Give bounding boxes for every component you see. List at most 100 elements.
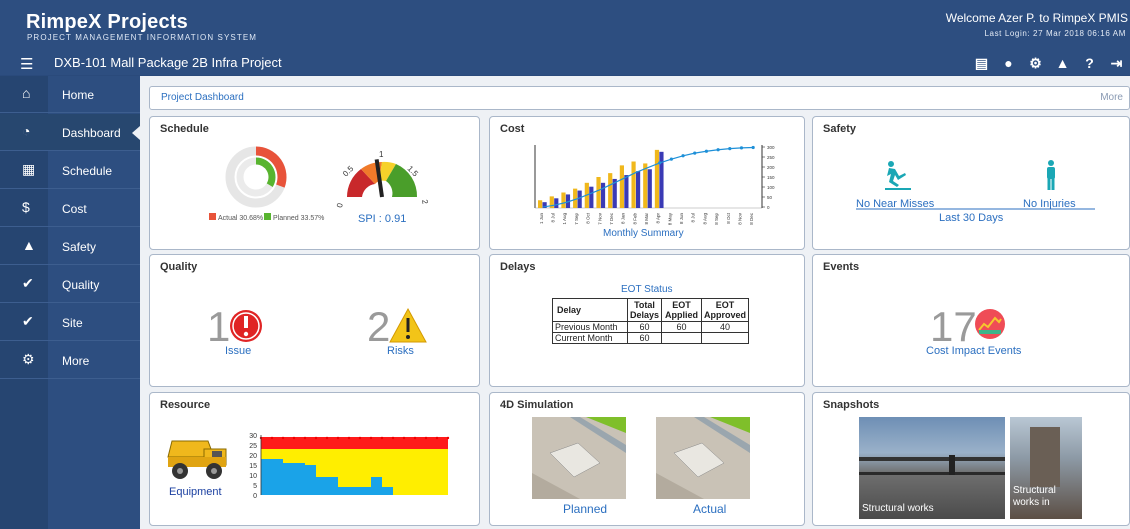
cumulative-point (739, 146, 744, 150)
help-icon[interactable]: ? (1076, 52, 1103, 74)
issues-count: 1 (207, 303, 230, 350)
x-tick-label: 8 Jul (691, 213, 696, 223)
cost-bar (589, 186, 594, 208)
snapshot-image-2[interactable]: Structural works in (1010, 417, 1082, 519)
x-tick-label: 8 Mar (644, 213, 649, 225)
project-bar: ☰ DXB-101 Mall Package 2B Infra Project … (0, 50, 1130, 75)
events-count: 17 (930, 303, 977, 350)
col-header: Total Delays (626, 298, 663, 322)
cost-bar (596, 177, 601, 208)
dump-truck-icon (167, 440, 227, 479)
cumulative-point (728, 147, 732, 151)
cone-icon: ▲ (22, 237, 36, 253)
table-cell: 40 (701, 321, 750, 333)
sidebar-item-dashboard[interactable]: ◔ Dashboard (0, 114, 140, 151)
delays-card[interactable]: Delays EOT Status Delay Total Delays EOT… (489, 254, 805, 387)
cost-card[interactable]: Cost 300 250 200 150 100 50 0 1 Jun 8 Jul 1 Aug 7… (489, 116, 805, 250)
breadcrumb-dashboard[interactable]: Project Dashboard (161, 92, 244, 103)
resource-point (292, 436, 296, 440)
sidebar-item-quality[interactable]: ✔ Quality (0, 266, 140, 303)
planned-render-image (532, 417, 626, 499)
x-tick-label: 8 Feb (632, 213, 637, 225)
resource-point (358, 436, 362, 440)
app-header: RimpeX Projects PROJECT MANAGEMENT INFOR… (0, 0, 1130, 50)
safety-card[interactable]: Safety No Near Misses No Injuries Last 3… (812, 116, 1130, 250)
sidebar-item-more[interactable]: ⚙ More (0, 342, 140, 379)
cost-impact-icon (975, 309, 1005, 339)
dollar-icon: $ (22, 199, 30, 215)
calendar-icon: ▦ (22, 161, 36, 177)
report-icon[interactable]: ▤ (968, 52, 995, 74)
x-tick-label: 8 Oct (726, 212, 731, 224)
sidebar-item-cost[interactable]: $ Cost (0, 190, 140, 227)
risks-label: Risks (387, 345, 414, 357)
snapshots-card[interactable]: Snapshots Structural works Structural wo… (812, 392, 1130, 526)
snapshot-image-1[interactable]: Structural works (859, 417, 1005, 519)
check-icon: ✔ (22, 275, 34, 291)
cost-bar (659, 151, 664, 208)
cost-bar (624, 175, 629, 208)
events-card[interactable]: Events 17 Cost Impact Events (812, 254, 1130, 387)
cost-bar (619, 165, 624, 208)
resource-point (413, 436, 417, 440)
cost-bar (654, 149, 660, 208)
snapshot-caption-1: Structural works (862, 503, 934, 514)
resource-point (391, 436, 395, 440)
more-link[interactable]: More (1100, 92, 1123, 103)
resource-point (347, 436, 351, 440)
error-icon (230, 310, 262, 342)
y-tick-label: 10 (249, 473, 257, 480)
slip-fall-icon (885, 161, 911, 190)
eot-table: Delay Total Delays EOT Applied EOT Appro… (552, 298, 750, 344)
gauge-tick: 1 (379, 150, 384, 159)
cost-bar (631, 161, 636, 208)
user-icon[interactable]: ● (995, 52, 1022, 74)
resource-point (380, 436, 384, 440)
hamburger-menu-icon[interactable]: ☰ (20, 55, 33, 73)
simulation-card[interactable]: 4D Simulation Planned Actual (489, 392, 805, 526)
snapshot-caption-2: Structural works in (1013, 485, 1056, 508)
table-cell: 60 (626, 332, 663, 344)
col-header: Delay (552, 298, 628, 322)
x-tick-label: 8 Jun (679, 213, 684, 225)
spi-label: SPI : 0.91 (358, 213, 406, 225)
spi-gauge: 0 0.5 1 1.5 2 (335, 150, 430, 208)
safety-period: Last 30 Days (939, 212, 1004, 224)
table-cell: Current Month (552, 332, 628, 344)
schedule-card[interactable]: Schedule Actual 30.68% Planned 33.57% 0 … (149, 116, 480, 250)
legend-planned: Planned 33.57% (273, 215, 324, 222)
sidebar-item-home[interactable]: ⌂ Home (0, 76, 140, 113)
y-tick-label: 25 (249, 443, 257, 450)
cost-subtitle: Monthly Summary (603, 228, 684, 239)
quality-card[interactable]: Quality 1 Issue 2 Risks (149, 254, 480, 387)
warning-icon (389, 307, 427, 343)
logout-icon[interactable]: ⇥ (1103, 52, 1130, 74)
cumulative-point (704, 149, 709, 153)
legend-actual: Actual 30.68% (218, 215, 263, 222)
cumulative-point (681, 154, 685, 158)
resource-point (325, 436, 329, 440)
axis-tick-label: 100 (767, 185, 775, 190)
gauge-tick: 0 (335, 202, 345, 208)
sidebar-item-safety[interactable]: ▲ Safety (0, 228, 140, 265)
x-tick-label: 8 Sep (714, 213, 719, 225)
sidebar-item-schedule[interactable]: ▦ Schedule (0, 152, 140, 189)
resource-card[interactable]: Resource Equipment 30 25 20 15 10 5 0 (149, 392, 480, 526)
actual-label: Actual (693, 502, 726, 516)
brand-subtitle: PROJECT MANAGEMENT INFORMATION SYSTEM (27, 33, 258, 42)
card-title: Delays (500, 261, 536, 273)
last-login: Last Login: 27 Mar 2018 06:16 AM (984, 29, 1126, 38)
near-misses-label: No Near Misses (856, 198, 935, 210)
cost-bar (635, 171, 641, 208)
y-tick-label: 30 (249, 433, 257, 440)
table-cell: 60 (626, 321, 663, 333)
table-cell: Previous Month (552, 321, 628, 333)
project-title: DXB-101 Mall Package 2B Infra Project (54, 55, 282, 70)
y-tick-label: 15 (249, 463, 257, 470)
sidebar-item-site[interactable]: ✔ Site (0, 304, 140, 341)
cost-bar (647, 169, 652, 208)
gauge-tick: 0.5 (341, 164, 356, 179)
bell-icon[interactable]: ▲ (1049, 52, 1076, 74)
cog-icon: ⚙ (22, 351, 35, 367)
settings-icon[interactable]: ⚙ (1022, 52, 1049, 74)
